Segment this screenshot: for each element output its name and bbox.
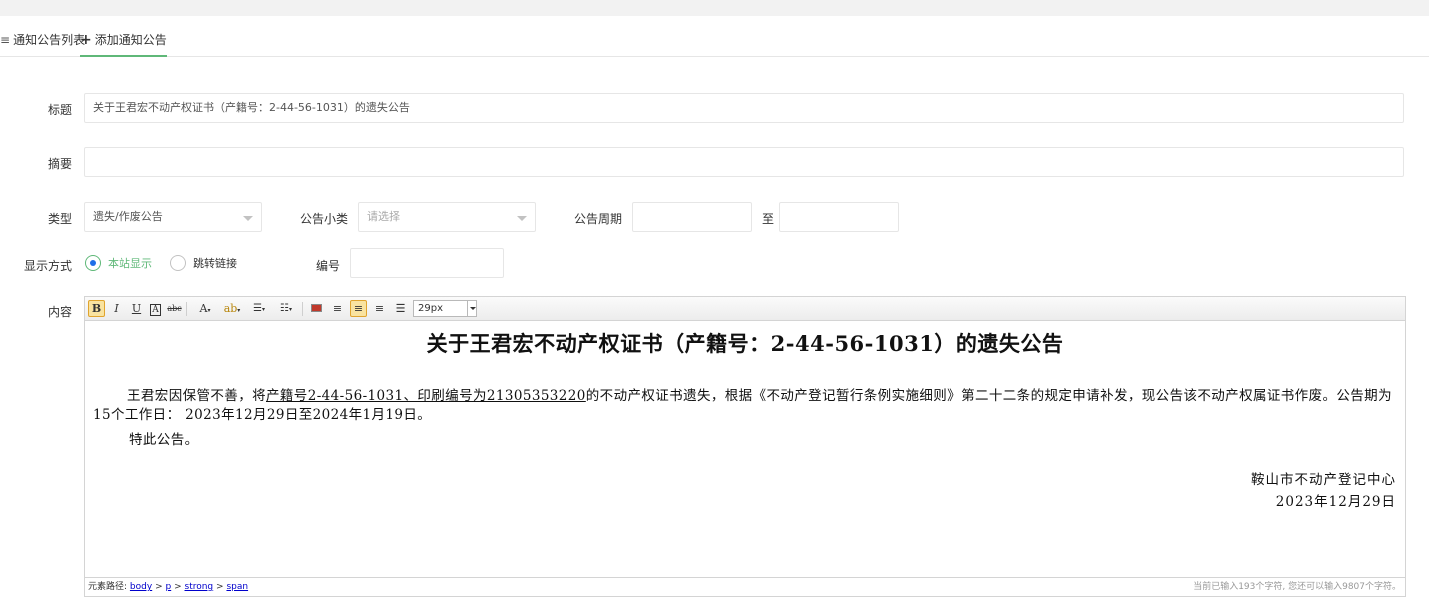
rich-text-editor: B I U A abc A▾ ab▾ ☰▾ ☷▾ ≡ ≡ ≡ ☰ 29px 关于… xyxy=(84,296,1406,597)
document-paragraph: 王君宏因保管不善，将产籍号2-44-56-1031、印刷编号为213053532… xyxy=(93,387,1393,425)
path-separator: > xyxy=(155,582,163,592)
font-color-button[interactable]: A▾ xyxy=(193,300,217,317)
path-separator: > xyxy=(174,582,182,592)
align-justify-button[interactable]: ☰ xyxy=(392,300,409,317)
radio-unchecked-icon xyxy=(170,255,186,271)
toolbar-separator xyxy=(302,302,303,316)
number-label: 编号 xyxy=(315,259,340,273)
element-path-p[interactable]: p xyxy=(165,582,171,592)
align-left-button[interactable]: ≡ xyxy=(329,300,346,317)
paragraph-text-underlined: 产籍号2-44-56-1031、印刷编号为21305353220 xyxy=(266,388,586,404)
editor-status-bar: 元素路径: body > p > strong > span 当前已输入193个… xyxy=(85,577,1405,596)
tab-notice-list[interactable]: ≡ 通知公告列表 xyxy=(0,27,85,57)
font-size-value: 29px xyxy=(418,303,443,314)
content-label: 内容 xyxy=(47,305,72,319)
summary-input[interactable] xyxy=(84,147,1404,177)
align-right-button[interactable]: ≡ xyxy=(371,300,388,317)
strikethrough-button[interactable]: abc xyxy=(166,300,183,317)
document-closing: 特此公告。 xyxy=(129,432,199,448)
chevron-down-icon xyxy=(467,301,476,316)
radio-display-link[interactable]: 跳转链接 xyxy=(170,254,237,272)
bold-button[interactable]: B xyxy=(88,300,105,317)
ordered-list-button[interactable]: ☰▾ xyxy=(247,300,271,317)
title-input[interactable]: 关于王君宏不动产权证书（产籍号：2-44-56-1031）的遗失公告 xyxy=(84,93,1404,123)
number-input[interactable] xyxy=(350,248,504,278)
subtype-label: 公告小类 xyxy=(299,212,348,226)
display-mode-label: 显示方式 xyxy=(23,259,72,273)
radio-display-local[interactable]: 本站显示 xyxy=(85,254,152,272)
highlight-color-button[interactable]: ab▾ xyxy=(220,300,244,317)
chevron-down-icon xyxy=(517,216,527,221)
radio-display-link-label: 跳转链接 xyxy=(193,257,237,270)
radio-display-local-label: 本站显示 xyxy=(108,257,152,270)
period-start-input[interactable] xyxy=(632,202,752,232)
element-path-strong[interactable]: strong xyxy=(185,582,214,592)
type-label: 类型 xyxy=(47,212,72,226)
list-icon: ≡ xyxy=(0,33,11,47)
tab-bar: ≡ 通知公告列表 + 添加通知公告 xyxy=(0,27,1429,57)
paragraph-text-before: 王君宏因保管不善，将 xyxy=(127,388,266,404)
editor-content[interactable]: 关于王君宏不动产权证书（产籍号：2-44-56-1031）的遗失公告 王君宏因保… xyxy=(85,322,1405,578)
plus-icon: + xyxy=(80,32,92,48)
unordered-list-button[interactable]: ☷▾ xyxy=(274,300,298,317)
signature-date: 2023年12月29日 xyxy=(1275,494,1396,510)
subtype-select-placeholder: 请选择 xyxy=(367,210,400,223)
element-path-label: 元素路径: xyxy=(88,582,128,592)
align-center-button[interactable]: ≡ xyxy=(350,300,367,317)
period-label: 公告周期 xyxy=(573,212,622,226)
title-label: 标题 xyxy=(47,103,72,117)
path-separator: > xyxy=(216,582,224,592)
font-border-button[interactable]: A xyxy=(147,300,164,317)
character-count: 当前已输入193个字符, 您还可以输入9807个字符。 xyxy=(1193,582,1401,592)
top-bar xyxy=(0,0,1429,16)
font-size-select[interactable]: 29px xyxy=(413,300,477,317)
period-separator: 至 xyxy=(761,212,774,226)
chevron-down-icon xyxy=(243,216,253,221)
italic-button[interactable]: I xyxy=(108,300,125,317)
radio-checked-icon xyxy=(85,255,101,271)
element-path-body[interactable]: body xyxy=(130,582,152,592)
signature-organization: 鞍山市不动产登记中心 xyxy=(1251,472,1396,488)
underline-button[interactable]: U xyxy=(128,300,145,317)
subtype-select[interactable]: 请选择 xyxy=(358,202,536,232)
type-select[interactable]: 遗失/作废公告 xyxy=(84,202,262,232)
summary-label: 摘要 xyxy=(47,157,72,171)
image-icon[interactable] xyxy=(308,300,325,317)
element-path-span[interactable]: span xyxy=(226,582,248,592)
toolbar-separator xyxy=(186,302,187,316)
period-end-input[interactable] xyxy=(779,202,899,232)
type-select-value: 遗失/作废公告 xyxy=(93,210,163,223)
tab-add-notice[interactable]: + 添加通知公告 xyxy=(80,27,167,57)
editor-toolbar: B I U A abc A▾ ab▾ ☰▾ ☷▾ ≡ ≡ ≡ ☰ 29px xyxy=(85,297,1405,321)
document-title: 关于王君宏不动产权证书（产籍号：2-44-56-1031）的遗失公告 xyxy=(426,331,1064,356)
tab-notice-list-label: 通知公告列表 xyxy=(13,33,86,47)
tab-add-notice-label: 添加通知公告 xyxy=(94,33,167,47)
